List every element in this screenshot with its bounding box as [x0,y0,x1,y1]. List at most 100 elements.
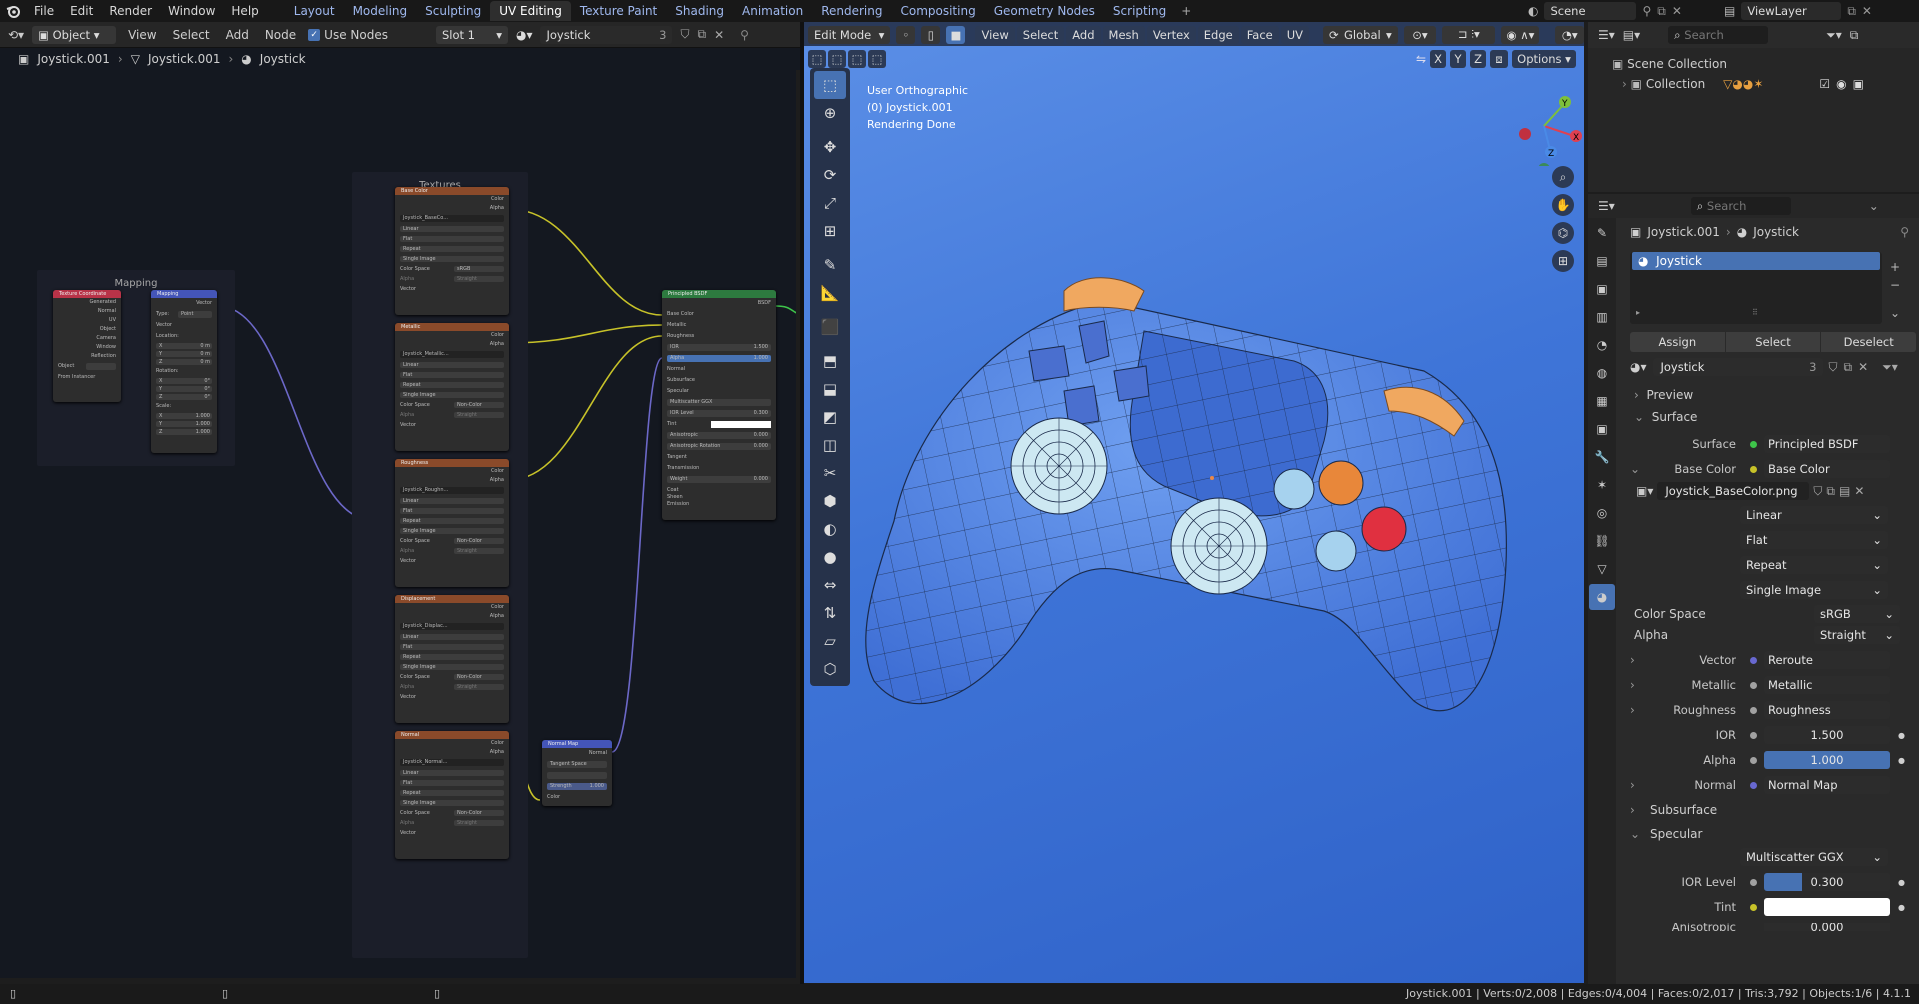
node-texture-coordinate[interactable]: Texture Coordinate Generated Normal UV Obje… [53,290,121,402]
world-tab-icon[interactable]: ◍ [1589,360,1615,386]
input-link-field[interactable]: Metallic [1764,676,1890,694]
workspace-tab-layout[interactable]: Layout [285,1,344,21]
menu-file[interactable]: File [26,4,62,18]
perspective-grid-icon[interactable]: ⊞ [1552,250,1574,272]
chevron-down-icon[interactable]: ⌄ [1869,199,1879,213]
data-tab-icon[interactable]: ▽ [1589,556,1615,582]
image-field[interactable]: Joystick_Metallic... [400,351,504,358]
socket-dot[interactable] [1750,440,1757,448]
alpha-mode-dropdown[interactable]: Straight [454,276,504,282]
type-dropdown[interactable]: Point [178,311,212,318]
bevel-tool-icon[interactable]: ◩ [814,403,846,431]
ior-level-field[interactable]: IOR Level 0.300 [667,410,771,417]
pin-icon[interactable]: ⚲ [1642,4,1651,18]
add-cube-tool-icon[interactable]: ⬛ [814,313,846,341]
editor-type-icon[interactable]: ☰▾ [1598,199,1615,213]
shrink-fatten-tool-icon[interactable]: ⇅ [814,599,846,627]
node-image-texture-metallic[interactable]: Metallic Color Alpha Joystick_Metallic... Li… [395,323,509,451]
tint-swatch[interactable] [711,421,771,428]
workspace-tab-animation[interactable]: Animation [733,1,812,21]
keyframe-dot[interactable]: ● [1898,756,1905,765]
material-slot-item[interactable]: ◕ Joystick [1632,252,1880,270]
material-name-field[interactable]: Joystick 3 [540,25,673,44]
new-collection-icon[interactable]: ⧉ [1850,28,1859,43]
mapping-loc-field[interactable]: Y 0 m [156,351,212,357]
transmission-panel[interactable]: Transmission [667,463,699,474]
material-name-field[interactable]: Joystick 3 [1652,358,1823,376]
workspace-tab-sculpting[interactable]: Sculpting [416,1,490,21]
image-field[interactable]: Joystick_BaseCo... [400,215,504,222]
particles-tab-icon[interactable]: ✶ [1589,472,1615,498]
node-menu-select[interactable]: Select [169,28,214,42]
edge-select-icon[interactable]: ▯ [921,25,941,44]
fake-user-icon[interactable]: ⛉ [1813,484,1822,499]
texture-ext-dropdown[interactable]: Repeat [400,790,504,796]
unlink-material-icon[interactable]: ✕ [714,28,724,42]
anisotropic-rotation-field[interactable]: Anisotropic Rotation 0.000 [667,443,771,450]
ior-field[interactable]: IOR 1.500 [667,344,771,351]
texture-src-dropdown[interactable]: Single Image [400,528,504,534]
new-view-layer-icon[interactable]: ⧉ [1847,4,1856,19]
viewport-menu-view[interactable]: View [975,25,1015,44]
node-menu-node[interactable]: Node [261,28,300,42]
render-tab-icon[interactable]: ▤ [1589,248,1615,274]
tool-tab-icon[interactable]: ✎ [1589,220,1615,246]
workspace-tab-geometry-nodes[interactable]: Geometry Nodes [985,1,1104,21]
texture-proj-dropdown[interactable]: Flat [400,372,504,378]
select-intersect-icon[interactable]: ⬚ [868,50,886,68]
workspace-tab-scripting[interactable]: Scripting [1104,1,1175,21]
duplicate-image-icon[interactable]: ⧉ [1826,484,1835,499]
socket-dot[interactable] [1750,781,1757,789]
cursor-tool-icon[interactable]: ⊕ [814,99,846,127]
breadcrumb-material[interactable]: Joystick [260,52,306,66]
inset-tool-icon[interactable]: ⬓ [814,375,846,403]
collection-tab-icon[interactable]: ▦ [1589,388,1615,414]
texture-ext-dropdown[interactable]: Repeat [400,246,504,252]
viewport-menu-select[interactable]: Select [1016,25,1065,44]
texture-src-dropdown[interactable]: Single Image [400,392,504,398]
view-layer-selector[interactable]: ViewLayer [1741,2,1842,20]
select-subtract-icon[interactable]: ⬚ [848,50,866,68]
alpha-mode-dropdown[interactable]: Straight ⌄ [1814,626,1900,644]
poly-build-tool-icon[interactable]: ⬢ [814,487,846,515]
assign-button[interactable]: Assign [1630,332,1725,352]
node-mapping[interactable]: Mapping Vector Type: Point Vector Locatio… [151,290,217,453]
keyframe-dot[interactable]: ● [1898,731,1905,740]
color-space-dropdown[interactable]: sRGB ⌄ [1814,605,1900,623]
loop-cut-tool-icon[interactable]: ◫ [814,431,846,459]
pivot-icon[interactable]: ⊙▾ [1403,25,1437,44]
fake-user-icon[interactable]: ⛉ [1829,360,1838,375]
rip-tool-icon[interactable]: ⬡ [814,655,846,683]
image-field[interactable]: Joystick_Displac... [400,623,504,630]
view-layer-icon[interactable]: ▤ [1724,4,1735,18]
material-slot-list[interactable]: ◕ Joystick ▸ ⠿ [1630,252,1882,324]
viewport-menu-vertex[interactable]: Vertex [1146,25,1196,44]
filter-icon[interactable]: ⏷▾ [1826,28,1842,43]
workspace-tab-shading[interactable]: Shading [666,1,733,21]
select-extend-icon[interactable]: ⬚ [828,50,846,68]
socket-dot[interactable] [1750,681,1757,689]
socket-dot[interactable] [1750,878,1757,886]
node-image-texture-base-color[interactable]: Base Color Color Alpha Joystick_BaseCo... Li… [395,187,509,315]
texture-ext-dropdown[interactable]: Repeat [400,654,504,660]
scene-collection-row[interactable]: ▣ Scene Collection [1612,54,1919,74]
socket-dot[interactable] [1750,903,1757,911]
texture-interp-dropdown[interactable]: Linear [400,634,504,640]
color-space-dropdown[interactable]: sRGB [454,266,504,272]
mapping-scl-field[interactable]: Z 1.000 [156,429,212,435]
expand-icon[interactable]: › [1630,703,1650,717]
material-browse-icon[interactable]: ◕▾ [1630,360,1647,374]
new-scene-icon[interactable]: ⧉ [1657,4,1666,19]
properties-search[interactable]: ⌕ Search [1690,197,1791,215]
scale-tool-icon[interactable]: ⤢ [814,189,846,217]
mapping-scl-field[interactable]: X 1.000 [156,413,212,419]
viewport-menu-edge[interactable]: Edge [1197,25,1239,44]
keyframe-dot[interactable]: ● [1898,903,1905,912]
viewport-menu-mesh[interactable]: Mesh [1102,25,1145,44]
collection-row[interactable]: › ▣ Collection ▽◕◕✶ ☑ ◉ ▣ [1612,74,1919,94]
distribution-dropdown[interactable]: Multiscatter GGX ⌄ [1740,848,1888,866]
color-space-dropdown[interactable]: Non-Color [454,674,504,680]
normal-field[interactable]: Normal Map [1764,776,1890,794]
expand-icon[interactable]: › [1630,778,1650,792]
alpha-mode-dropdown[interactable]: Straight [454,548,504,554]
